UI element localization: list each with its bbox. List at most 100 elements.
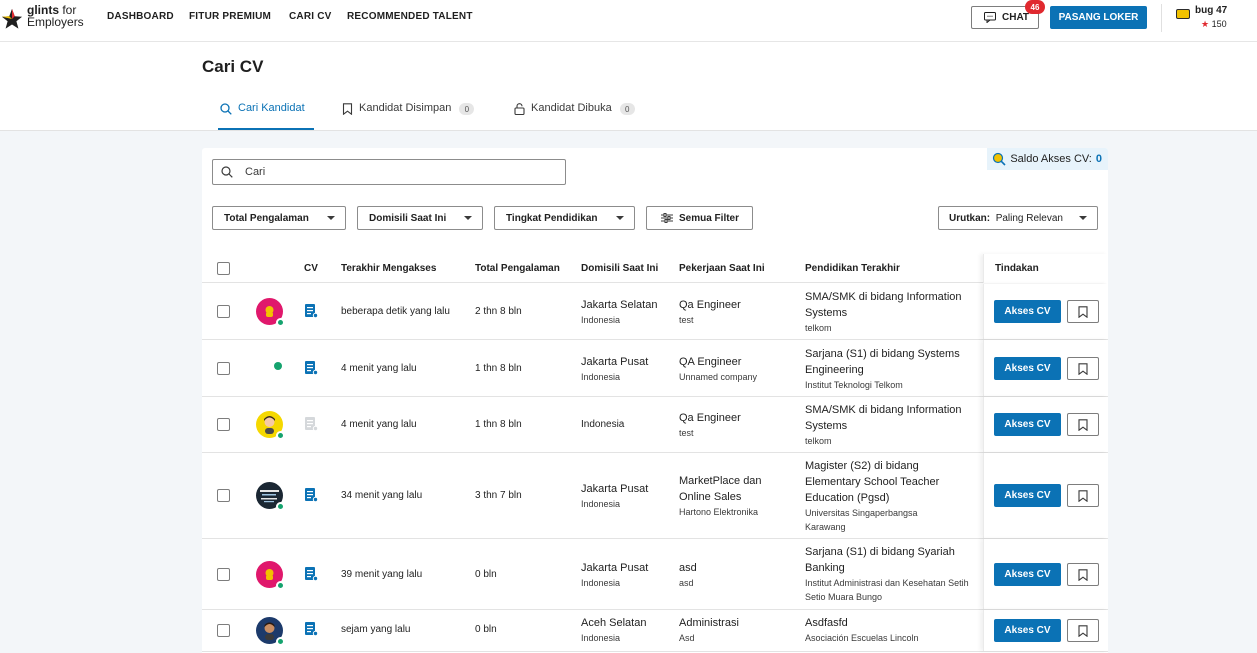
last-access: 39 menit yang lalu bbox=[341, 569, 423, 580]
education: Magister (S2) di bidang Elementary Schoo… bbox=[805, 460, 940, 532]
tab-label: Cari Kandidat bbox=[238, 102, 305, 114]
online-indicator bbox=[276, 431, 285, 440]
row-actions: Akses CV bbox=[983, 539, 1108, 609]
filter-label: Tingkat Pendidikan bbox=[506, 212, 598, 224]
avatar bbox=[256, 298, 285, 327]
table-row[interactable]: 4 menit yang lalu 1 thn 8 bln Indonesia … bbox=[202, 397, 1108, 453]
user-credits: ★ 150 bbox=[1201, 19, 1227, 29]
row-actions: Akses CV bbox=[983, 453, 1108, 538]
online-indicator bbox=[276, 502, 285, 511]
all-filters-button[interactable]: Semua Filter bbox=[646, 206, 753, 230]
tab-label: Kandidat Dibuka bbox=[531, 102, 612, 114]
row-checkbox[interactable] bbox=[217, 624, 230, 637]
col-experience: Total Pengalaman bbox=[475, 263, 560, 274]
row-checkbox[interactable] bbox=[217, 418, 230, 431]
chevron-down-icon bbox=[616, 216, 624, 220]
experience: 1 thn 8 bln bbox=[475, 419, 522, 430]
col-domicile: Domisili Saat Ini bbox=[581, 263, 659, 274]
document-icon[interactable] bbox=[304, 622, 318, 636]
user-menu[interactable]: bug 47 ★ 150 bbox=[1176, 4, 1251, 34]
coin-icon bbox=[1176, 9, 1190, 19]
online-indicator bbox=[276, 581, 285, 590]
akses-cv-button[interactable]: Akses CV bbox=[994, 619, 1061, 642]
experience: 2 thn 8 bln bbox=[475, 306, 522, 317]
bookmark-icon bbox=[1078, 489, 1088, 502]
select-all-checkbox[interactable] bbox=[217, 262, 230, 275]
akses-cv-button[interactable]: Akses CV bbox=[994, 357, 1061, 380]
save-candidate-button[interactable] bbox=[1067, 563, 1099, 586]
save-candidate-button[interactable] bbox=[1067, 357, 1099, 380]
chat-icon bbox=[984, 12, 996, 23]
last-access: 4 menit yang lalu bbox=[341, 419, 417, 430]
filter-total-pengalaman[interactable]: Total Pengalaman bbox=[212, 206, 346, 230]
search-input[interactable] bbox=[245, 166, 545, 178]
akses-cv-button[interactable]: Akses CV bbox=[994, 413, 1061, 436]
tab-kandidat-disimpan[interactable]: Kandidat Disimpan 0 bbox=[342, 102, 475, 130]
table-row[interactable]: 34 menit yang lalu 3 thn 7 bln Jakarta P… bbox=[202, 453, 1108, 539]
chevron-down-icon bbox=[464, 216, 472, 220]
nav-fitur-premium[interactable]: FITUR PREMIUM bbox=[189, 11, 271, 22]
nav-dashboard[interactable]: DASHBOARD bbox=[107, 11, 174, 22]
cv-balance: Saldo Akses CV: 0 bbox=[987, 148, 1108, 170]
current-job: QA Engineer Unnamed company bbox=[679, 356, 758, 382]
nav-cari-cv[interactable]: CARI CV bbox=[289, 11, 332, 22]
avatar bbox=[256, 617, 285, 646]
tab-label: Kandidat Disimpan bbox=[359, 102, 452, 114]
filter-tingkat-pendidikan[interactable]: Tingkat Pendidikan bbox=[494, 206, 635, 230]
filter-label: Domisili Saat Ini bbox=[369, 212, 447, 224]
domicile: Indonesia bbox=[581, 419, 625, 430]
lock-icon bbox=[514, 103, 525, 115]
table-row[interactable]: sejam yang lalu 0 bln Aceh Selatan Indone… bbox=[202, 610, 1108, 652]
table-row[interactable]: 4 menit yang lalu 1 thn 8 bln Jakarta Pu… bbox=[202, 340, 1108, 397]
cv-balance-label: Saldo Akses CV: bbox=[1010, 153, 1092, 165]
top-navbar: glints for Employers DASHBOARD FITUR PRE… bbox=[0, 0, 1257, 42]
last-access: 34 menit yang lalu bbox=[341, 490, 423, 501]
document-icon[interactable] bbox=[304, 361, 318, 375]
table-header: CV Terakhir Mengakses Total Pengalaman D… bbox=[202, 254, 1108, 283]
sliders-icon bbox=[660, 213, 673, 223]
sort-text: Urutkan: Paling Relevan bbox=[949, 212, 1063, 224]
document-icon[interactable] bbox=[304, 488, 318, 502]
akses-cv-button[interactable]: Akses CV bbox=[994, 563, 1061, 586]
save-candidate-button[interactable] bbox=[1067, 300, 1099, 323]
akses-cv-button[interactable]: Akses CV bbox=[994, 484, 1061, 507]
post-job-button[interactable]: PASANG LOKER bbox=[1050, 6, 1147, 29]
domicile: Jakarta Pusat Indonesia bbox=[581, 483, 649, 509]
experience: 0 bln bbox=[475, 624, 497, 635]
save-candidate-button[interactable] bbox=[1067, 484, 1099, 507]
save-candidate-button[interactable] bbox=[1067, 413, 1099, 436]
glints-star-icon bbox=[1, 8, 23, 29]
row-checkbox[interactable] bbox=[217, 489, 230, 502]
tab-count-badge: 0 bbox=[459, 103, 475, 115]
chat-label: CHAT bbox=[1002, 12, 1030, 23]
education: Sarjana (S1) di bidang Systems Engineeri… bbox=[805, 348, 960, 390]
nav-recommended-talent[interactable]: RECOMMENDED TALENT bbox=[347, 11, 473, 22]
table-row[interactable]: beberapa detik yang lalu 2 thn 8 bln Jak… bbox=[202, 284, 1108, 340]
row-checkbox[interactable] bbox=[217, 305, 230, 318]
document-icon[interactable] bbox=[304, 417, 318, 431]
search-box[interactable] bbox=[212, 159, 566, 185]
save-candidate-button[interactable] bbox=[1067, 619, 1099, 642]
akses-cv-button[interactable]: Akses CV bbox=[994, 300, 1061, 323]
col-cv: CV bbox=[304, 263, 318, 274]
row-checkbox[interactable] bbox=[217, 568, 230, 581]
tab-kandidat-dibuka[interactable]: Kandidat Dibuka 0 bbox=[514, 102, 635, 130]
filter-domisili[interactable]: Domisili Saat Ini bbox=[357, 206, 483, 230]
search-coin-icon bbox=[993, 152, 1006, 166]
bookmark-icon bbox=[1078, 568, 1088, 581]
bookmark-icon bbox=[1078, 624, 1088, 637]
results-card: Saldo Akses CV: 0 Total Pengalaman Domis… bbox=[202, 148, 1108, 653]
row-checkbox[interactable] bbox=[217, 362, 230, 375]
current-job: Qa Engineer test bbox=[679, 412, 741, 438]
education: SMA/SMK di bidang Information Systems tel… bbox=[805, 404, 962, 446]
tab-cari-kandidat[interactable]: Cari Kandidat bbox=[218, 102, 314, 130]
chevron-down-icon bbox=[327, 216, 335, 220]
education: Asdfasfd Asociación Escuelas Lincoln bbox=[805, 617, 919, 643]
glints-logo[interactable]: glints for Employers bbox=[0, 4, 90, 34]
document-icon[interactable] bbox=[304, 567, 318, 581]
bookmark-icon bbox=[1078, 305, 1088, 318]
chevron-down-icon bbox=[1079, 216, 1087, 220]
sort-dropdown[interactable]: Urutkan: Paling Relevan bbox=[938, 206, 1098, 230]
table-row[interactable]: 39 menit yang lalu 0 bln Jakarta Pusat In… bbox=[202, 539, 1108, 610]
document-icon[interactable] bbox=[304, 304, 318, 318]
